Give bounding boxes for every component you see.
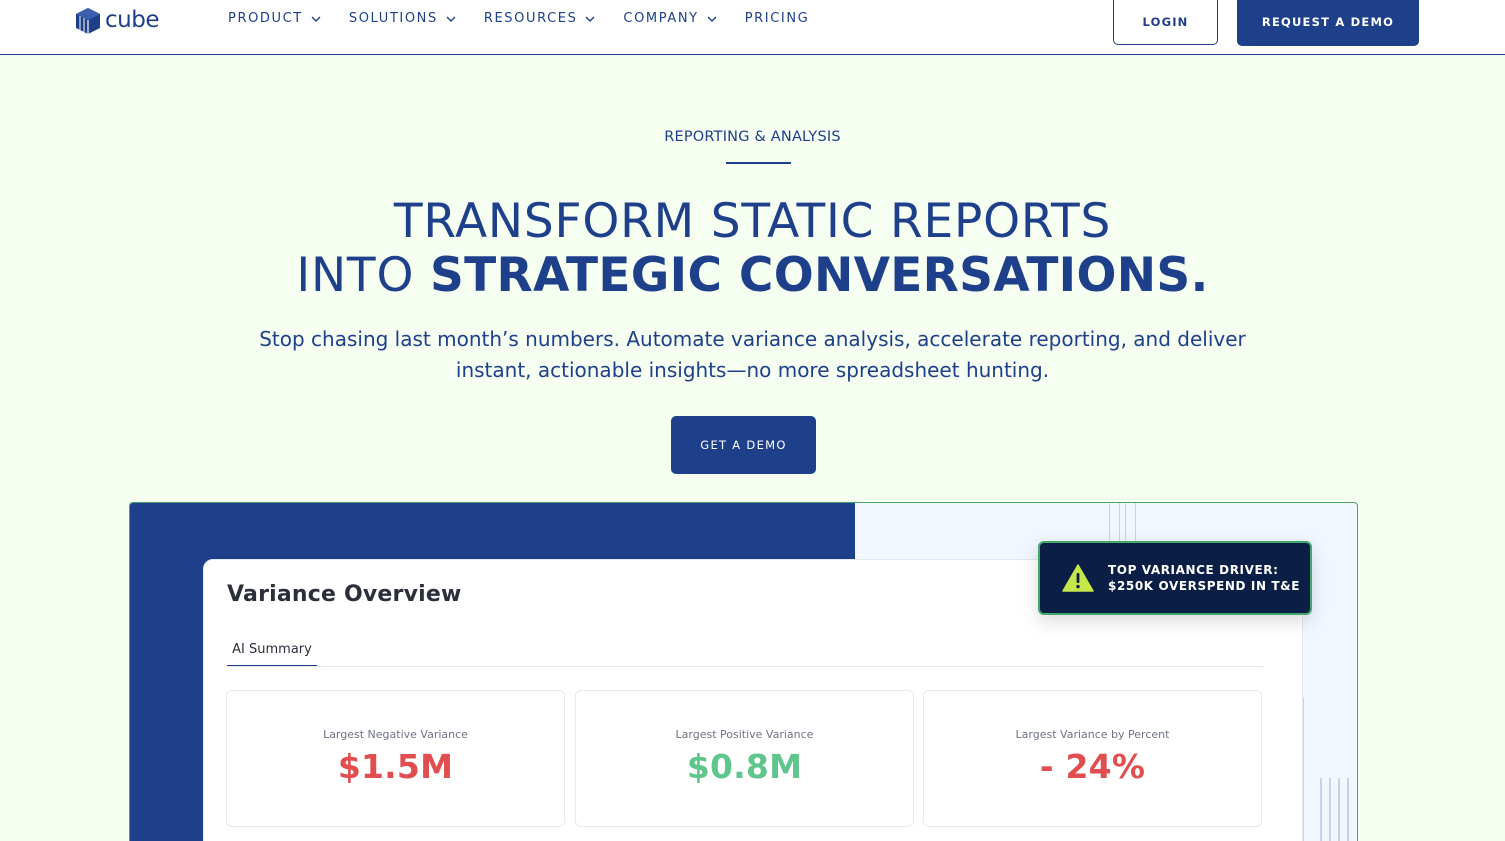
tab-ai-summary[interactable]: AI Summary <box>227 642 317 667</box>
headline-line-1: TRANSFORM STATIC REPORTS <box>393 194 1112 249</box>
nav-item-resources[interactable]: RESOURCES <box>484 11 596 26</box>
stat-card-negative-variance: Largest Negative Variance $1.5M <box>226 690 565 827</box>
nav-item-label: PRICING <box>744 11 810 26</box>
nav-item-label: COMPANY <box>623 11 699 26</box>
tab-divider <box>227 666 1263 667</box>
stat-card-positive-variance: Largest Positive Variance $0.8M <box>575 690 914 827</box>
chevron-down-icon <box>311 16 321 22</box>
chevron-down-icon <box>585 16 595 22</box>
alert-line-1: TOP VARIANCE DRIVER: <box>1108 563 1279 577</box>
login-button[interactable]: LOGIN <box>1113 0 1218 45</box>
nav-item-label: RESOURCES <box>483 11 578 26</box>
warning-icon <box>1062 564 1094 592</box>
stat-label: Largest Variance by Percent <box>1015 728 1170 741</box>
card-title: Variance Overview <box>227 582 462 607</box>
stat-value: - 24% <box>1039 747 1146 786</box>
nav-item-solutions[interactable]: SOLUTIONS <box>349 11 456 26</box>
eyebrow-divider <box>726 162 791 164</box>
alert-line-2: $250K OVERSPEND IN T&E <box>1108 579 1301 593</box>
chevron-down-icon <box>446 16 456 22</box>
stat-label: Largest Negative Variance <box>323 728 468 741</box>
nav-item-product[interactable]: PRODUCT <box>228 11 321 26</box>
headline-line-2-bold: STRATEGIC CONVERSATIONS. <box>429 248 1209 303</box>
hero-subtitle: Stop chasing last month’s numbers. Autom… <box>259 327 1246 382</box>
primary-menu: PRODUCT SOLUTIONS RESOURCES COMPANY PRIC… <box>228 11 837 26</box>
get-demo-button[interactable]: GET A DEMO <box>671 416 816 474</box>
top-nav: cube PRODUCT SOLUTIONS RESOURCES COMPANY… <box>0 0 1505 55</box>
nav-item-pricing[interactable]: PRICING <box>745 11 810 26</box>
cube-logo[interactable]: cube <box>74 4 159 36</box>
request-demo-button[interactable]: REQUEST A DEMO <box>1237 0 1419 46</box>
nav-item-company[interactable]: COMPANY <box>623 11 717 26</box>
stat-value: $1.5M <box>337 747 454 786</box>
stat-label: Largest Positive Variance <box>675 728 814 741</box>
hero-headline: TRANSFORM STATIC REPORTS INTO STRATEGIC … <box>0 195 1505 303</box>
stat-card-percent-variance: Largest Variance by Percent - 24% <box>923 690 1262 827</box>
headline-line-2-light: INTO <box>296 248 430 303</box>
chevron-down-icon <box>707 16 717 22</box>
variance-driver-alert: TOP VARIANCE DRIVER: $250K OVERSPEND IN … <box>1038 541 1312 615</box>
nav-item-label: SOLUTIONS <box>348 11 438 26</box>
stat-value: $0.8M <box>686 747 803 786</box>
logo-wordmark: cube <box>105 7 159 33</box>
section-eyebrow: REPORTING & ANALYSIS <box>664 129 841 145</box>
cube-logo-icon <box>76 8 100 34</box>
nav-item-label: PRODUCT <box>228 11 303 26</box>
alert-text: TOP VARIANCE DRIVER: $250K OVERSPEND IN … <box>1108 562 1300 594</box>
